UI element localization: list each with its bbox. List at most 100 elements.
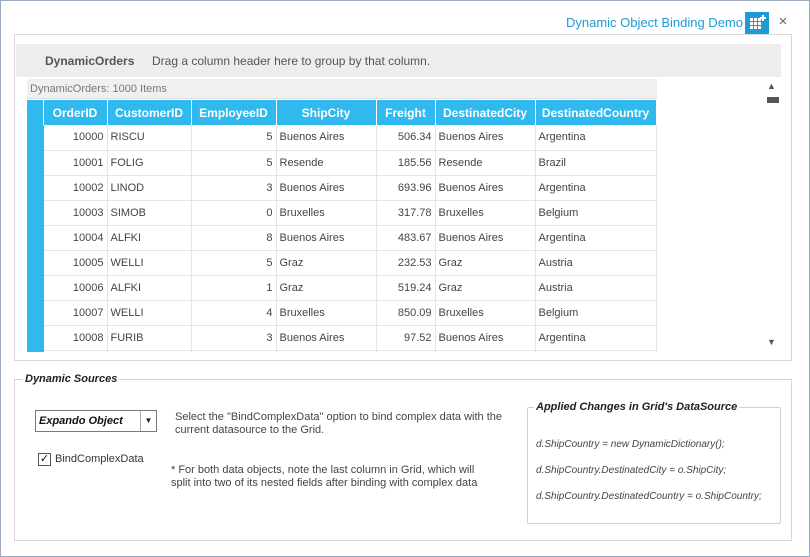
cell-shipcity[interactable]: Buenos Aires — [276, 325, 377, 351]
cell-customerid[interactable]: WELLI — [107, 300, 192, 326]
table-row[interactable]: 10001 FOLIG 5 Resende 185.56 Resende Bra… — [27, 150, 657, 176]
cell-customerid[interactable]: RISCU — [107, 125, 192, 151]
cell-destinatedcity[interactable]: Bruxelles — [435, 300, 536, 326]
cell-customerid[interactable]: WELLI — [107, 250, 192, 276]
cell-destinatedcity[interactable]: Bruxelles — [435, 200, 536, 226]
cell-employeeid[interactable]: 3 — [191, 175, 277, 201]
column-header-destinatedcity[interactable]: DestinatedCity — [435, 100, 536, 125]
cell-employeeid[interactable]: 4 — [191, 300, 277, 326]
cell-customerid[interactable]: ALFKI — [107, 225, 192, 251]
table-row[interactable]: 10003 SIMOB 0 Bruxelles 317.78 Bruxelles… — [27, 200, 657, 226]
cell-customerid[interactable]: FURIB — [107, 325, 192, 351]
cell-destinatedcity[interactable]: Resende — [435, 150, 536, 176]
table-row-partial[interactable] — [27, 350, 657, 352]
cell-freight[interactable]: 185.56 — [376, 150, 436, 176]
cell-customerid[interactable]: FOLIG — [107, 150, 192, 176]
cell-destinatedcity[interactable]: Graz — [435, 275, 536, 301]
cell-orderid[interactable]: 10002 — [43, 175, 108, 201]
row-selector[interactable] — [27, 350, 44, 352]
cell-orderid[interactable]: 10006 — [43, 275, 108, 301]
cell-freight[interactable]: 317.78 — [376, 200, 436, 226]
cell-customerid[interactable]: LINOD — [107, 175, 192, 201]
cell-customerid[interactable]: ALFKI — [107, 275, 192, 301]
column-header-destinatedcountry[interactable]: DestinatedCountry — [535, 100, 657, 125]
column-header-orderid[interactable]: OrderID — [43, 100, 108, 125]
cell-shipcity[interactable]: Graz — [276, 275, 377, 301]
row-selector[interactable] — [27, 250, 44, 276]
table-row[interactable]: 10005 WELLI 5 Graz 232.53 Graz Austria — [27, 250, 657, 276]
vertical-scrollbar-thumb[interactable] — [767, 97, 779, 103]
bind-complex-data-checkbox[interactable]: ✓ — [38, 453, 51, 466]
table-row[interactable]: 10006 ALFKI 1 Graz 519.24 Graz Austria — [27, 275, 657, 301]
cell-freight[interactable]: 97.52 — [376, 325, 436, 351]
grid-settings-icon[interactable] — [745, 12, 769, 34]
cell-freight[interactable]: 850.09 — [376, 300, 436, 326]
cell-orderid[interactable]: 10005 — [43, 250, 108, 276]
cell-shipcity[interactable]: Buenos Aires — [276, 175, 377, 201]
close-button[interactable]: × — [774, 11, 792, 33]
cell-destinatedcountry[interactable]: Belgium — [535, 300, 657, 326]
cell-freight[interactable]: 693.96 — [376, 175, 436, 201]
scroll-down-arrow-icon[interactable]: ▼ — [767, 337, 776, 347]
cell-destinatedcountry[interactable]: Austria — [535, 250, 657, 276]
cell-shipcity[interactable]: Buenos Aires — [276, 225, 377, 251]
cell-destinatedcountry[interactable]: Argentina — [535, 325, 657, 351]
row-selector[interactable] — [27, 275, 44, 301]
cell-destinatedcity[interactable]: Buenos Aires — [435, 325, 536, 351]
cell-destinatedcountry[interactable]: Argentina — [535, 125, 657, 151]
table-row[interactable]: 10002 LINOD 3 Buenos Aires 693.96 Buenos… — [27, 175, 657, 201]
column-header-employeeid[interactable]: EmployeeID — [191, 100, 277, 125]
row-selector[interactable] — [27, 300, 44, 326]
cell-customerid[interactable]: SIMOB — [107, 200, 192, 226]
cell-orderid[interactable]: 10000 — [43, 125, 108, 151]
cell-destinatedcity[interactable]: Buenos Aires — [435, 125, 536, 151]
cell-freight[interactable]: 483.67 — [376, 225, 436, 251]
column-header-shipcity[interactable]: ShipCity — [276, 100, 377, 125]
row-selector[interactable] — [27, 150, 44, 176]
cell-employeeid[interactable]: 3 — [191, 325, 277, 351]
cell-employeeid[interactable]: 5 — [191, 250, 277, 276]
cell-shipcity[interactable]: Bruxelles — [276, 300, 377, 326]
cell-destinatedcountry[interactable]: Argentina — [535, 225, 657, 251]
group-drop-area[interactable]: DynamicOrders Drag a column header here … — [16, 44, 781, 77]
cell-destinatedcountry[interactable]: Austria — [535, 275, 657, 301]
scroll-up-arrow-icon[interactable]: ▲ — [767, 81, 776, 91]
cell-orderid[interactable]: 10001 — [43, 150, 108, 176]
cell-destinatedcountry[interactable]: Argentina — [535, 175, 657, 201]
column-header-freight[interactable]: Freight — [376, 100, 436, 125]
row-selector[interactable] — [27, 200, 44, 226]
cell-orderid[interactable]: 10003 — [43, 200, 108, 226]
source-type-dropdown[interactable]: Expando Object ▼ — [35, 410, 157, 432]
cell-freight[interactable]: 506.34 — [376, 125, 436, 151]
table-row[interactable]: 10007 WELLI 4 Bruxelles 850.09 Bruxelles… — [27, 300, 657, 326]
cell-employeeid[interactable]: 5 — [191, 150, 277, 176]
cell-shipcity[interactable]: Bruxelles — [276, 200, 377, 226]
cell-shipcity[interactable]: Resende — [276, 150, 377, 176]
cell-destinatedcountry[interactable]: Brazil — [535, 150, 657, 176]
cell-employeeid[interactable]: 5 — [191, 125, 277, 151]
cell-destinatedcity[interactable]: Buenos Aires — [435, 175, 536, 201]
table-row[interactable]: 10000 RISCU 5 Buenos Aires 506.34 Buenos… — [27, 125, 657, 151]
row-selector[interactable] — [27, 225, 44, 251]
cell-destinatedcity[interactable]: Graz — [435, 250, 536, 276]
table-row[interactable]: 10008 FURIB 3 Buenos Aires 97.52 Buenos … — [27, 325, 657, 351]
cell-shipcity[interactable]: Buenos Aires — [276, 125, 377, 151]
cell-employeeid[interactable]: 0 — [191, 200, 277, 226]
table-row[interactable]: 10004 ALFKI 8 Buenos Aires 483.67 Buenos… — [27, 225, 657, 251]
column-header-customerid[interactable]: CustomerID — [107, 100, 192, 125]
cell-freight[interactable]: 519.24 — [376, 275, 436, 301]
row-selector[interactable] — [27, 175, 44, 201]
cell-orderid[interactable]: 10008 — [43, 325, 108, 351]
cell-freight[interactable]: 232.53 — [376, 250, 436, 276]
cell-orderid[interactable]: 10007 — [43, 300, 108, 326]
chevron-down-icon[interactable]: ▼ — [140, 411, 156, 431]
row-selector[interactable] — [27, 325, 44, 351]
cell-employeeid[interactable]: 8 — [191, 225, 277, 251]
cell-shipcity[interactable]: Graz — [276, 250, 377, 276]
cell-employeeid[interactable]: 1 — [191, 275, 277, 301]
cell-destinatedcity[interactable]: Buenos Aires — [435, 225, 536, 251]
bind-complex-data-label[interactable]: BindComplexData — [55, 453, 144, 465]
row-selector[interactable] — [27, 125, 44, 151]
cell-orderid[interactable]: 10004 — [43, 225, 108, 251]
cell-destinatedcountry[interactable]: Belgium — [535, 200, 657, 226]
